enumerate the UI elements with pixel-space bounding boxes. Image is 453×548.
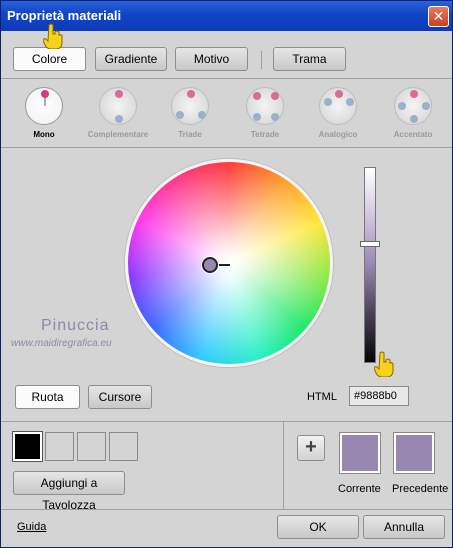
harmony-complementare-icon [99, 87, 137, 125]
brightness-slider[interactable] [364, 167, 376, 363]
palette-swatch-empty[interactable] [109, 432, 138, 461]
current-color-label: Corrente [338, 483, 381, 495]
cancel-button[interactable]: Annulla [363, 515, 445, 539]
add-swatch-plus-button[interactable]: + [297, 435, 325, 461]
harmony-complementare-label: Complementare [87, 130, 149, 139]
previous-color-label: Precedente [392, 483, 449, 495]
palette-swatch-empty[interactable] [77, 432, 106, 461]
previous-color-swatch[interactable] [394, 433, 434, 473]
brightness-slider-thumb[interactable] [360, 241, 380, 247]
tab-motivo[interactable]: Motivo [175, 47, 248, 71]
ruota-button[interactable]: Ruota [15, 385, 80, 409]
divider-footer [1, 509, 452, 510]
html-hex-input[interactable]: #9888b0 [349, 386, 409, 406]
harmony-tetrade[interactable]: Tetrade [225, 87, 305, 139]
material-properties-window: Proprietà materiali ✕ Colore Gradiente M… [0, 0, 453, 548]
harmony-accentato-label: Accentato [393, 130, 433, 139]
ok-button[interactable]: OK [277, 515, 359, 539]
harmony-accentato[interactable]: Accentato [373, 87, 453, 139]
harmony-triade-icon [171, 87, 209, 125]
color-wheel[interactable] [125, 159, 333, 367]
harmony-mono-label: Mono [33, 130, 55, 139]
title-bar: Proprietà materiali ✕ [1, 1, 452, 31]
current-color-swatch [340, 433, 380, 473]
divider-palette [283, 421, 284, 509]
wheel-picker-handle[interactable] [202, 257, 218, 273]
watermark-name: Pinuccia [41, 317, 110, 334]
harmony-analogico[interactable]: Analogico [298, 87, 378, 139]
harmony-accentato-icon [394, 87, 432, 125]
divider-bottom [1, 421, 452, 422]
close-button[interactable]: ✕ [428, 6, 449, 27]
divider-top [1, 78, 452, 79]
harmony-complementare[interactable]: Complementare [78, 87, 158, 139]
tab-trama[interactable]: Trama [273, 47, 346, 71]
harmony-analogico-label: Analogico [318, 130, 358, 139]
html-label: HTML [307, 391, 337, 403]
watermark-url: www.maidiregrafica.eu [11, 338, 112, 349]
window-title: Proprietà materiali [7, 8, 122, 23]
wheel-picker-line [217, 264, 230, 266]
help-link[interactable]: Guida [17, 521, 46, 533]
harmony-mono[interactable]: Mono [4, 87, 84, 139]
tab-divider [261, 51, 262, 69]
harmony-analogico-icon [319, 87, 357, 125]
cursore-button[interactable]: Cursore [88, 385, 152, 409]
harmony-tetrade-icon [246, 87, 284, 125]
divider-harmony [1, 147, 452, 148]
pointer-hand-icon-2 [374, 351, 394, 377]
harmony-triade[interactable]: Triade [150, 87, 230, 139]
pointer-hand-icon [43, 23, 63, 49]
tab-colore[interactable]: Colore [13, 47, 86, 71]
palette-swatch-empty[interactable] [45, 432, 74, 461]
add-to-palette-button[interactable]: Aggiungi a Tavolozza [13, 471, 125, 512]
harmony-triade-label: Triade [178, 130, 202, 139]
palette-swatch-black[interactable] [13, 432, 42, 461]
tab-gradiente[interactable]: Gradiente [95, 47, 167, 71]
harmony-tetrade-label: Tetrade [250, 130, 280, 139]
harmony-mono-icon [25, 87, 63, 125]
